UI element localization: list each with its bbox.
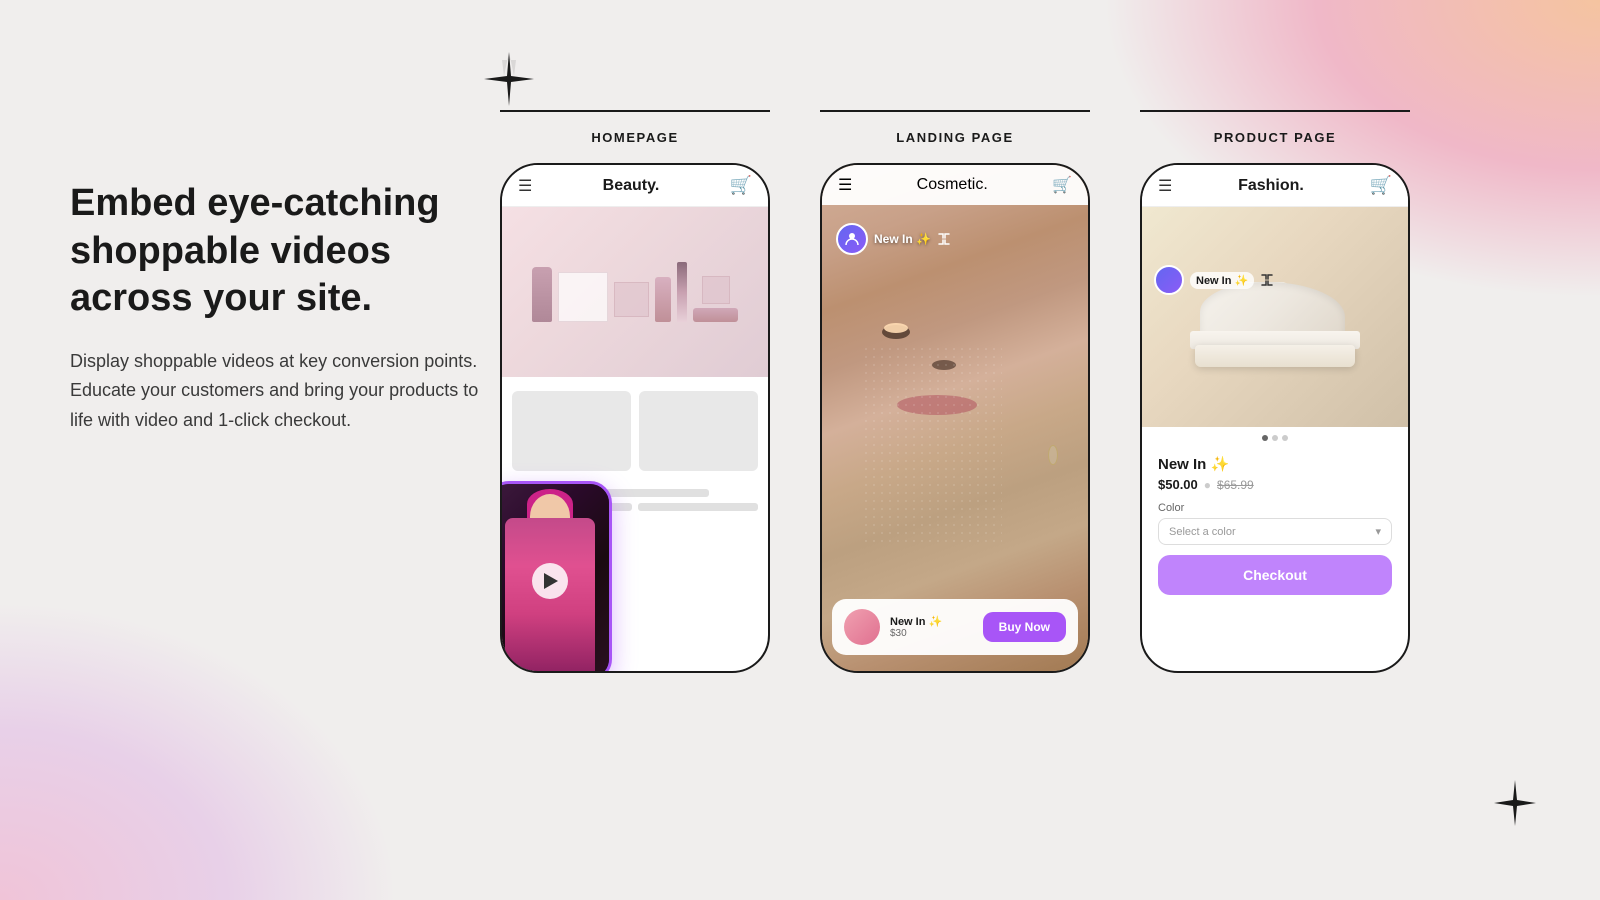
product-brand: Fashion. [1238, 177, 1304, 195]
homepage-hero [502, 207, 768, 377]
new-in-avatar [836, 223, 868, 255]
product-menu-icon: ☰ [1158, 176, 1172, 196]
dot-3 [1282, 435, 1288, 441]
dot-1 [1262, 435, 1268, 441]
homepage-label-line [500, 110, 770, 112]
cosmetic-tube-2 [655, 277, 671, 322]
dot-2 [1272, 435, 1278, 441]
star-icon-bottom-right [1490, 778, 1540, 840]
play-button[interactable] [532, 563, 568, 599]
eye-lid-left [884, 323, 908, 333]
cosmetics-display [512, 262, 758, 322]
cosmetic-circle-medium [614, 282, 649, 317]
landing-cart-icon: 🛒 [1052, 175, 1072, 195]
color-placeholder: Select a color [1169, 526, 1236, 538]
product-title-row: New In ✨ [1158, 455, 1392, 473]
subtext: Display shoppable videos at key conversi… [70, 347, 490, 436]
landing-header-overlay: ☰ Cosmetic. 🛒 [822, 165, 1088, 205]
buy-bar-avatar [844, 609, 880, 645]
menu-icon: ☰ [518, 176, 532, 196]
landing-column: LANDING PAGE ☰ Cosmetic. 🛒 [820, 110, 1090, 673]
homepage-phone-header: ☰ Beauty. 🛒 [502, 165, 768, 207]
buy-now-button[interactable]: Buy Now [983, 612, 1066, 642]
product-phone: ☰ Fashion. 🛒 New In ✨ [1140, 163, 1410, 673]
skeleton-line-3 [638, 503, 758, 511]
product-info: New In ✨ $50.00 ● $65.99 Color Select a … [1142, 449, 1408, 603]
color-select[interactable]: Select a color ▾ [1158, 518, 1392, 545]
bg-gradient-bottom-left [0, 600, 400, 900]
price-current: $50.00 [1158, 477, 1198, 492]
price-separator: ● [1204, 478, 1211, 492]
homepage-label: HOMEPAGE [591, 130, 678, 145]
video-overlay-phone [500, 481, 612, 673]
new-in-badge: New In ✨ [836, 223, 951, 255]
color-label: Color [1158, 502, 1392, 514]
landing-label-line [820, 110, 1090, 112]
cart-icon: 🛒 [730, 175, 752, 196]
sneaker-sole [1195, 345, 1355, 367]
checkout-button[interactable]: Checkout [1158, 555, 1392, 595]
product-column: PRODUCT PAGE ☰ Fashion. 🛒 New In ✨ [1140, 110, 1410, 673]
product-label-line [1140, 110, 1410, 112]
play-triangle [544, 573, 558, 589]
product-hero-avatar [1154, 265, 1184, 295]
product-hero: New In ✨ [1142, 207, 1408, 427]
face-texture [862, 345, 1002, 545]
left-section: Embed eye-catching shoppable videos acro… [70, 180, 490, 436]
product-label: PRODUCT PAGE [1214, 130, 1337, 145]
price-row: $50.00 ● $65.99 [1158, 477, 1392, 492]
buy-bar-title: New In ✨ [890, 615, 973, 628]
product-card-2 [639, 391, 758, 471]
cosmetic-tube-1 [532, 267, 552, 322]
homepage-phone: ☰ Beauty. 🛒 [500, 163, 770, 673]
dropdown-chevron: ▾ [1375, 525, 1381, 538]
video-content [500, 484, 609, 673]
buy-bar-price: $30 [890, 628, 973, 639]
homepage-brand: Beauty. [603, 177, 660, 195]
homepage-product-grid [502, 381, 768, 481]
cosmetic-brush [677, 262, 687, 322]
landing-label: LANDING PAGE [896, 130, 1013, 145]
landing-brand: Cosmetic. [917, 176, 988, 194]
product-new-in-text: New In ✨ [1190, 272, 1254, 289]
earring [1048, 445, 1058, 465]
landing-phone: ☰ Cosmetic. 🛒 New In ✨ New In ✨ $30 Bu [820, 163, 1090, 673]
product-dots [1142, 427, 1408, 449]
headline: Embed eye-catching shoppable videos acro… [70, 180, 490, 323]
landing-menu-icon: ☰ [838, 175, 852, 195]
buy-bar: New In ✨ $30 Buy Now [832, 599, 1078, 655]
product-expand-icon [1260, 273, 1274, 287]
product-card-1 [512, 391, 631, 471]
product-name: New In ✨ [1158, 455, 1229, 473]
homepage-column: HOMEPAGE ☰ Beauty. 🛒 [500, 110, 770, 673]
price-old: $65.99 [1217, 478, 1254, 492]
new-in-label: New In ✨ [874, 232, 931, 246]
product-cart-icon: 🛒 [1370, 175, 1392, 196]
phones-container: HOMEPAGE ☰ Beauty. 🛒 [500, 110, 1410, 673]
product-phone-header: ☰ Fashion. 🛒 [1142, 165, 1408, 207]
cosmetic-compact [693, 308, 738, 322]
cosmetic-circle-sm [702, 276, 730, 304]
expand-icon [937, 232, 951, 246]
buy-bar-info: New In ✨ $30 [890, 615, 973, 639]
product-new-in-badge: New In ✨ [1154, 265, 1274, 295]
cosmetic-circle-large [558, 272, 608, 322]
